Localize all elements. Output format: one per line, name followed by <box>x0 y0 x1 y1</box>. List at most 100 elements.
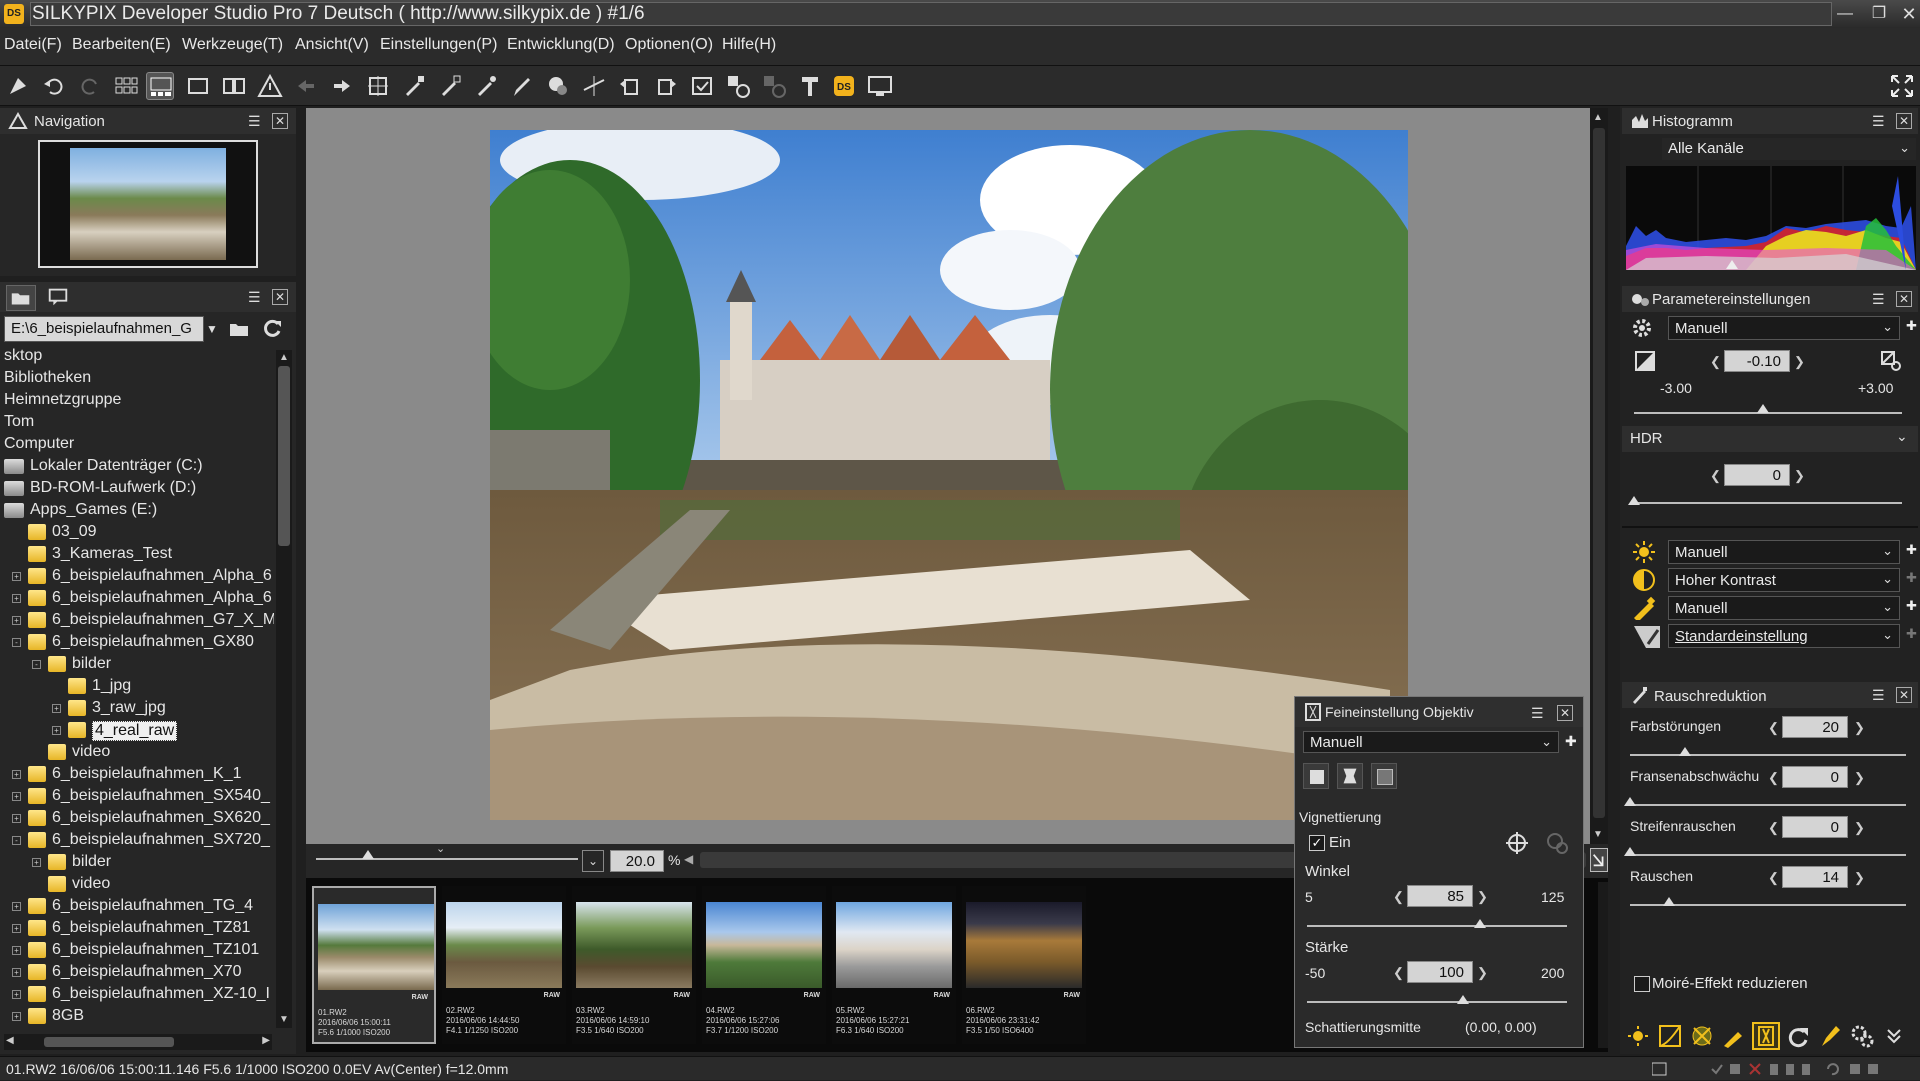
tree-item[interactable]: sktop <box>0 346 274 368</box>
fullscreen-icon[interactable] <box>1888 72 1916 100</box>
minimize-button[interactable]: — <box>1832 3 1858 25</box>
noise-slider-thumb[interactable] <box>1679 747 1692 756</box>
tab-rotate-icon[interactable] <box>1786 1024 1810 1048</box>
tab-sharpness-icon[interactable] <box>1722 1024 1746 1048</box>
viewer-vscrollbar[interactable]: ▲ ▼ <box>1590 108 1608 844</box>
thumb-scrollbar[interactable] <box>1598 882 1608 1048</box>
develop-icon[interactable] <box>4 72 32 100</box>
tree-item[interactable]: +6_beispielaufnahmen_TG_4 <box>0 896 274 918</box>
menu-ansicht[interactable]: Ansicht(V) <box>295 36 369 54</box>
hammer-icon[interactable] <box>796 72 824 100</box>
grid-view-icon[interactable] <box>112 72 140 100</box>
target-reset-icon[interactable] <box>1545 831 1569 855</box>
comment-tab[interactable] <box>44 285 74 311</box>
tree-item[interactable]: +6_beispielaufnahmen_TZ81 <box>0 918 274 940</box>
vignette-mode-3-icon[interactable] <box>1371 763 1397 789</box>
path-dropdown-icon[interactable]: ▼ <box>206 322 218 336</box>
restore-button[interactable]: ❐ <box>1866 3 1892 25</box>
ds-logo-icon[interactable]: DS <box>830 72 858 100</box>
expand-icon[interactable]: + <box>12 770 21 779</box>
expand-icon[interactable]: + <box>12 990 21 999</box>
noise-increase-icon[interactable]: ❯ <box>1854 820 1865 836</box>
expand-icon[interactable]: + <box>12 594 21 603</box>
noise-increase-icon[interactable]: ❯ <box>1854 770 1865 786</box>
panel-close-icon[interactable]: ✕ <box>272 289 288 305</box>
noise-slider-thumb[interactable] <box>1624 847 1636 856</box>
tree-item[interactable]: Heimnetzgruppe <box>0 390 274 412</box>
tree-item[interactable]: 1_jpg <box>0 676 274 698</box>
folder-tab[interactable] <box>6 285 36 311</box>
tone-select[interactable]: Hoher Kontrast ⌄ <box>1668 568 1900 592</box>
noise-decrease-icon[interactable]: ❮ <box>1768 870 1779 886</box>
add-preset-icon[interactable]: ✚ <box>1906 318 1917 334</box>
tree-scroll-thumb[interactable] <box>278 366 290 546</box>
tree-item[interactable]: Tom <box>0 412 274 434</box>
strength-slider-track[interactable] <box>1307 1001 1567 1003</box>
expand-icon[interactable]: + <box>52 726 61 735</box>
strength-value[interactable]: 100 <box>1407 961 1473 983</box>
exposure-increase-icon[interactable]: ❯ <box>1794 354 1805 370</box>
expand-icon[interactable]: + <box>12 924 21 933</box>
tree-item[interactable]: Apps_Games (E:) <box>0 500 274 522</box>
tree-hscroll-thumb[interactable] <box>44 1037 174 1047</box>
tree-hscrollbar[interactable]: ◀ ▶ <box>4 1034 272 1050</box>
menu-entwicklung[interactable]: Entwicklung(D) <box>507 36 615 54</box>
noise-value[interactable]: 0 <box>1782 816 1848 838</box>
tab-white-balance-icon[interactable] <box>1626 1024 1650 1048</box>
expand-icon[interactable]: + <box>12 968 21 977</box>
exposure-slider-thumb[interactable] <box>1757 404 1770 413</box>
tree-item[interactable]: +6_beispielaufnahmen_K_1 <box>0 764 274 786</box>
thumbnail-item[interactable]: RAW 02.RW2 2016/06/06 14:44:50 F4.1 1/1250 … <box>442 886 566 1044</box>
tree-item[interactable]: +8GB <box>0 1006 274 1028</box>
brush-icon[interactable] <box>508 72 536 100</box>
folder-up-icon[interactable] <box>228 318 250 338</box>
preview-filmstrip-view-icon[interactable] <box>146 72 174 100</box>
panel-menu-icon[interactable]: ☰ <box>248 114 264 128</box>
tab-expand-icon[interactable] <box>1882 1024 1906 1048</box>
noise-value[interactable]: 20 <box>1782 716 1848 738</box>
straighten-icon[interactable] <box>580 72 608 100</box>
auto-exposure-icon[interactable] <box>1880 350 1902 372</box>
noise-decrease-icon[interactable]: ❮ <box>1768 820 1779 836</box>
panel-menu-icon[interactable]: ☰ <box>1872 688 1888 702</box>
add-preset-icon[interactable]: ✚ <box>1565 733 1577 750</box>
angle-value[interactable]: 85 <box>1407 885 1473 907</box>
zoom-slider-track[interactable] <box>316 858 578 860</box>
expand-icon[interactable]: + <box>12 946 21 955</box>
hdr-slider-thumb[interactable] <box>1628 496 1640 505</box>
sharpness-select[interactable]: Manuell ⌄ <box>1668 596 1900 620</box>
panel-close-icon[interactable]: ✕ <box>1557 705 1573 721</box>
tree-item[interactable]: video <box>0 874 274 896</box>
expand-icon[interactable]: + <box>32 858 41 867</box>
panel-close-icon[interactable]: ✕ <box>1896 291 1912 307</box>
tree-item[interactable]: +6_beispielaufnahmen_XZ-10_I <box>0 984 274 1006</box>
tree-item[interactable]: BD-ROM-Laufwerk (D:) <box>0 478 274 500</box>
tree-item[interactable]: - 6_beispielaufnahmen_GX80 <box>0 632 274 654</box>
warning-icon[interactable] <box>256 72 284 100</box>
menu-werkzeuge[interactable]: Werkzeuge(T) <box>182 36 283 54</box>
tree-item[interactable]: Lokaler Datenträger (C:) <box>0 456 274 478</box>
main-image[interactable] <box>490 130 1408 820</box>
picker-icon-1[interactable] <box>400 72 428 100</box>
hdr-header[interactable]: HDR ⌄ <box>1622 426 1918 452</box>
noise-decrease-icon[interactable]: ❮ <box>1768 720 1779 736</box>
menu-bearbeiten[interactable]: Bearbeiten(E) <box>72 36 171 54</box>
noise-slider-track[interactable] <box>1630 754 1906 756</box>
noise-slider-track[interactable] <box>1630 804 1906 806</box>
navigation-frame[interactable] <box>38 140 258 268</box>
picker-icon-3[interactable] <box>472 72 500 100</box>
panel-menu-icon[interactable]: ☰ <box>248 290 264 304</box>
panel-close-icon[interactable]: ✕ <box>1896 687 1912 703</box>
panel-menu-icon[interactable]: ☰ <box>1872 292 1888 306</box>
add-style-preset-icon[interactable]: ✚ <box>1906 626 1917 642</box>
histogram-marker[interactable] <box>1726 260 1738 269</box>
tree-item[interactable]: +6_beispielaufnahmen_Alpha_6 <box>0 588 274 610</box>
white-balance-select[interactable]: Manuell ⌄ <box>1668 540 1900 564</box>
fit-view-icon[interactable] <box>1590 848 1608 872</box>
tree-item[interactable]: Computer <box>0 434 274 456</box>
lens-preset-select[interactable]: Manuell ⌄ <box>1303 731 1559 753</box>
add-sharp-preset-icon[interactable]: ✚ <box>1906 598 1917 614</box>
noise-slider-thumb[interactable] <box>1662 897 1675 906</box>
hdr-decrease-icon[interactable]: ❮ <box>1710 468 1721 484</box>
collapse-icon[interactable]: - <box>12 836 21 845</box>
